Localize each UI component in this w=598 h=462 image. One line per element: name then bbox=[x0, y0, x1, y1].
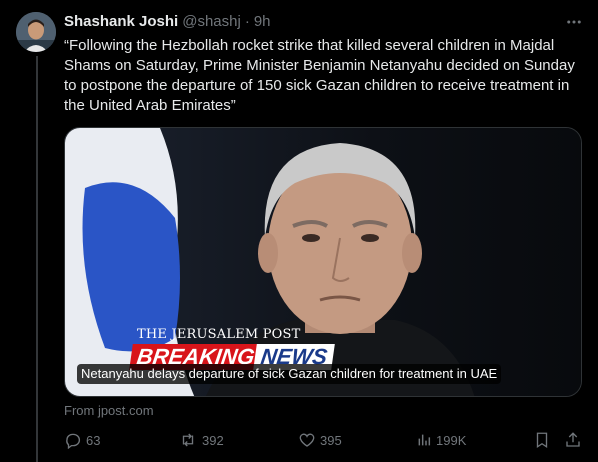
more-icon[interactable] bbox=[564, 12, 584, 32]
card-source[interactable]: From jpost.com bbox=[64, 403, 154, 419]
link-card[interactable]: THE JERUSALEM POST BREAKING NEWS Netanya… bbox=[64, 127, 582, 397]
bookmark-icon bbox=[536, 432, 548, 449]
reply-button[interactable]: 63 bbox=[64, 428, 100, 452]
author-name[interactable]: Shashank Joshi bbox=[64, 12, 178, 32]
like-count: 395 bbox=[320, 432, 342, 448]
like-icon bbox=[299, 433, 315, 447]
share-button[interactable] bbox=[564, 428, 582, 452]
thread-line bbox=[36, 56, 38, 462]
repost-icon bbox=[182, 433, 194, 447]
like-button[interactable]: 395 bbox=[298, 428, 342, 452]
share-icon bbox=[566, 432, 580, 447]
tweet-text: “Following the Hezbollah rocket strike t… bbox=[64, 37, 575, 114]
separator-dot: · bbox=[244, 13, 250, 30]
card-caption: Netanyahu delays departure of sick Gazan… bbox=[77, 364, 502, 384]
jpost-watermark: THE JERUSALEM POST bbox=[137, 327, 301, 342]
views-count: 199K bbox=[436, 432, 467, 448]
views-icon bbox=[418, 434, 431, 446]
reply-icon bbox=[66, 433, 81, 449]
repost-button[interactable]: 392 bbox=[178, 428, 224, 452]
repost-count: 392 bbox=[202, 432, 224, 448]
views-button[interactable]: 199K bbox=[416, 428, 466, 452]
avatar[interactable] bbox=[16, 12, 56, 52]
bookmark-button[interactable] bbox=[533, 428, 551, 452]
timestamp[interactable]: 9h bbox=[254, 12, 271, 32]
tweet-body: Shashank Joshi @shashj · 9h “Following t… bbox=[64, 12, 584, 116]
action-bar: 63 392 395 199K bbox=[64, 428, 584, 452]
author-handle[interactable]: @shashj bbox=[182, 12, 241, 32]
tweet-header: Shashank Joshi @shashj · 9h bbox=[64, 12, 584, 32]
reply-count: 63 bbox=[86, 432, 101, 448]
